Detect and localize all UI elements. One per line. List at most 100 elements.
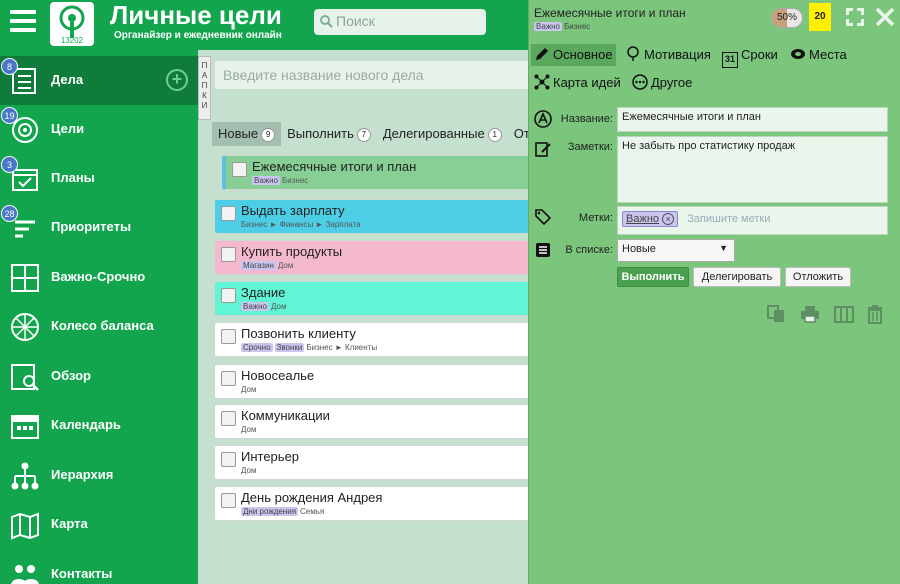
plans-count-badge: 3 xyxy=(1,156,18,173)
task-checkbox[interactable] xyxy=(221,452,236,467)
progress-indicator[interactable]: 50% xyxy=(771,8,803,28)
pencil-icon xyxy=(536,48,548,60)
task-checkbox[interactable] xyxy=(221,493,236,508)
sidebar-item-priorities[interactable]: 28 Приоритеты xyxy=(0,203,198,252)
task-row[interactable]: День рождения Андрея Дни рождения Семья xyxy=(214,486,530,521)
postpone-button[interactable]: Отложить xyxy=(785,267,851,287)
task-tag[interactable]: Звонки xyxy=(274,343,305,352)
task-path: Бизнес ► Клиенты xyxy=(306,343,378,352)
list-select[interactable]: Новые ▼ xyxy=(617,239,735,262)
copy-icon[interactable] xyxy=(766,304,786,324)
task-tag[interactable]: Магазин xyxy=(241,261,276,270)
goals-count-badge: 19 xyxy=(1,107,18,124)
task-meta: Бизнес ► Финансы ► Зарплата xyxy=(241,220,361,229)
task-title: Позвонить клиенту xyxy=(241,326,356,341)
tab-basic[interactable]: Основное xyxy=(531,44,616,66)
sidebar-item-label: Цели xyxy=(51,121,85,136)
new-task-input[interactable]: Введите название нового дела xyxy=(214,60,530,90)
notes-label: Заметки: xyxy=(567,141,613,153)
task-tag[interactable]: Важно xyxy=(252,176,281,185)
more-icon xyxy=(632,74,648,90)
tab-motivation[interactable]: Мотивация xyxy=(625,44,711,66)
task-checkbox[interactable] xyxy=(221,288,236,303)
task-row[interactable]: Интерьер Дом xyxy=(214,445,530,480)
task-title: Выдать зарплату xyxy=(241,203,345,218)
folders-toggle[interactable]: ПАПКИ xyxy=(198,56,211,120)
task-checkbox[interactable] xyxy=(221,371,236,386)
expand-icon[interactable] xyxy=(843,5,867,29)
task-tag[interactable]: Важно xyxy=(241,302,270,311)
task-row[interactable]: Позвонить клиенту Срочно Звонки Бизнес ► К… xyxy=(214,322,530,357)
label-chip[interactable]: Важно × xyxy=(622,211,679,227)
logo-number: 13202 xyxy=(60,36,84,45)
name-label: Название: xyxy=(560,113,613,125)
task-row[interactable]: Выдать зарплату Бизнес ► Финансы ► Зарпл… xyxy=(214,199,530,234)
task-checkbox[interactable] xyxy=(232,162,247,177)
task-tag[interactable]: Дни рождения xyxy=(241,507,299,516)
places-icon xyxy=(791,49,805,59)
sidebar-item-contacts[interactable]: Контакты xyxy=(0,550,198,584)
tab-new[interactable]: Новые 9 xyxy=(212,122,282,146)
task-checkbox[interactable] xyxy=(221,206,236,221)
task-row[interactable]: Купить продукты Магазин Дом xyxy=(214,240,530,275)
tag-icon xyxy=(535,209,552,226)
task-checkbox[interactable] xyxy=(221,329,236,344)
tab-places[interactable]: Места xyxy=(790,44,847,66)
sidebar-item-plans[interactable]: 3 Планы xyxy=(0,154,198,203)
task-path: Дом xyxy=(277,261,294,270)
task-meta: Дни рождения Семья xyxy=(241,507,324,516)
task-path: Дом xyxy=(241,466,257,475)
task-checkbox[interactable] xyxy=(221,247,236,262)
task-checkbox[interactable] xyxy=(221,411,236,426)
remove-chip-icon[interactable]: × xyxy=(662,213,675,225)
wheel-icon xyxy=(11,313,39,341)
tab-mindmap[interactable]: Карта идей xyxy=(534,72,621,94)
folders-label: ПАПКИ xyxy=(201,61,208,110)
task-path: Дом xyxy=(241,425,257,434)
sidebar-item-calendar[interactable]: Календарь xyxy=(0,401,198,450)
sidebar-item-overview[interactable]: Обзор xyxy=(0,352,198,401)
app-logo[interactable]: 13202 xyxy=(50,2,94,46)
labels-label: Метки: xyxy=(578,212,613,224)
name-input[interactable]: Ежемесячные итоги и план xyxy=(617,107,888,132)
tab-other[interactable]: Другое xyxy=(632,72,692,94)
tab-delegated[interactable]: Делегированные 1 xyxy=(377,122,508,146)
chevron-down-icon: ▼ xyxy=(719,243,728,253)
tab-deadlines[interactable]: 31 Сроки xyxy=(722,44,778,68)
archive-icon[interactable] xyxy=(834,304,854,324)
task-title: Ежемесячные итоги и план xyxy=(252,159,417,174)
delegate-button[interactable]: Делегировать xyxy=(693,267,781,287)
sidebar-item-map[interactable]: Карта xyxy=(0,500,198,549)
task-tag[interactable]: Срочно xyxy=(241,343,273,352)
print-icon[interactable] xyxy=(800,304,820,324)
sidebar-item-tasks[interactable]: 8 Дела + xyxy=(0,56,198,105)
tab-execute[interactable]: Выполнить 7 xyxy=(281,122,377,146)
list-label: В списке: xyxy=(565,244,613,256)
panel-tag[interactable]: Важно xyxy=(534,22,563,31)
tasks-count-badge: 8 xyxy=(1,58,18,75)
sidebar-item-hierarchy[interactable]: Иерархия xyxy=(0,451,198,500)
labels-input[interactable]: Важно × Запишите метки xyxy=(617,206,888,235)
sidebar: 8 Дела + 19 Цели 3 Планы 28 Приоритеты В… xyxy=(0,50,198,584)
task-row[interactable]: Коммуникации Дом xyxy=(214,404,530,439)
tab-label: Выполнить xyxy=(287,126,354,141)
task-row[interactable]: Ежемесячные итоги и план Важно Бизнес xyxy=(222,155,530,190)
app-title: Личные цели xyxy=(110,0,282,30)
task-row[interactable]: Здание Важно Дом xyxy=(214,281,530,316)
task-detail-panel: Ежемесячные итоги и план Важно Бизнес 50%… xyxy=(528,0,900,584)
trash-icon[interactable] xyxy=(865,304,885,324)
sidebar-item-balance-wheel[interactable]: Колесо баланса xyxy=(0,302,198,351)
sidebar-item-urgent-important[interactable]: Важно-Срочно xyxy=(0,253,198,302)
hamburger-menu-icon[interactable] xyxy=(10,10,36,36)
notes-textarea[interactable]: Не забыть про статистику продаж xyxy=(617,136,888,203)
sidebar-item-goals[interactable]: 19 Цели xyxy=(0,105,198,154)
search-input[interactable]: Поиск xyxy=(314,9,486,35)
close-icon[interactable] xyxy=(873,5,897,29)
task-title: Купить продукты xyxy=(241,244,343,259)
task-row[interactable]: Новосеалье Дом xyxy=(214,364,530,399)
priority-badge[interactable]: 20 xyxy=(809,3,831,31)
execute-button[interactable]: Выполнить xyxy=(617,267,689,287)
contacts-icon xyxy=(11,565,39,584)
tab-label: Карта идей xyxy=(553,75,621,90)
add-task-icon[interactable]: + xyxy=(166,69,188,91)
